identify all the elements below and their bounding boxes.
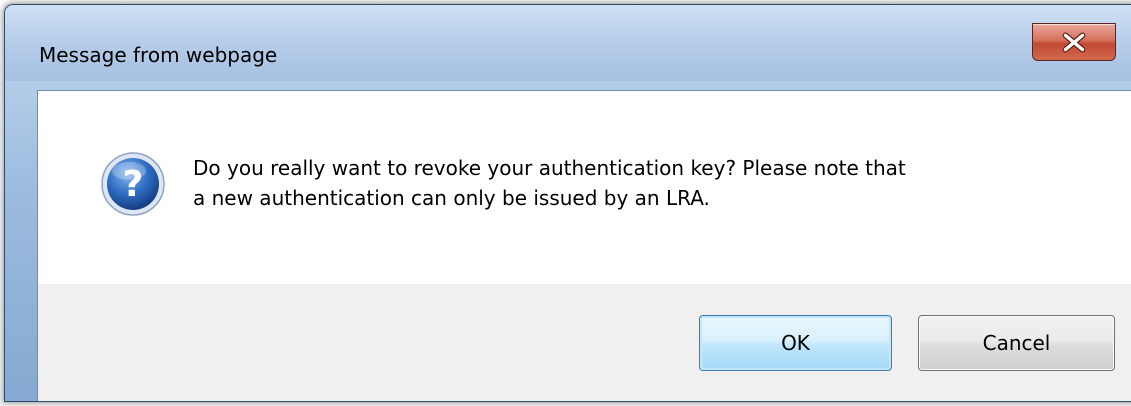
close-button[interactable] — [1032, 23, 1116, 61]
dialog-window: Message from webpage ? Do you really wan… — [4, 4, 1131, 402]
cancel-button[interactable]: Cancel — [918, 315, 1115, 371]
message-line: a new authentication can only be issued … — [193, 186, 710, 210]
message-line: Do you really want to revoke your authen… — [193, 156, 906, 180]
message-area: ? Do you really want to revoke your auth… — [38, 91, 1131, 284]
close-icon — [1062, 32, 1086, 53]
svg-text:?: ? — [123, 164, 144, 205]
dialog-body: ? Do you really want to revoke your auth… — [37, 90, 1131, 401]
window-title: Message from webpage — [39, 43, 278, 67]
title-bar[interactable]: Message from webpage — [5, 5, 1131, 81]
question-icon: ? — [101, 152, 165, 216]
dialog-message: Do you really want to revoke your authen… — [193, 153, 1093, 213]
ok-button[interactable]: OK — [699, 315, 892, 371]
